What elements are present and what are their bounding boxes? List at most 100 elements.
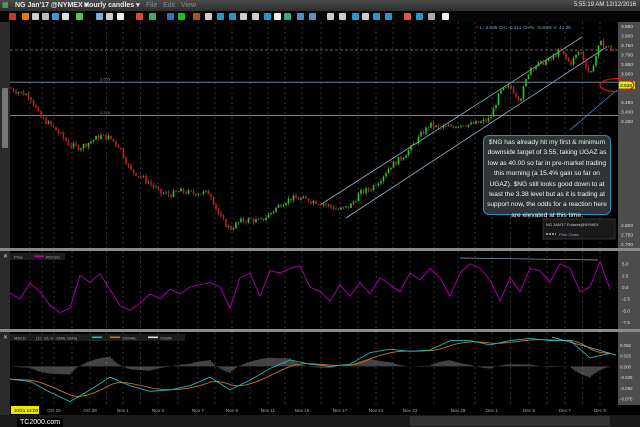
candle [172, 190, 175, 197]
candle [110, 135, 112, 139]
candle [287, 198, 290, 204]
candle [85, 143, 87, 147]
candle [325, 204, 327, 205]
candle [242, 218, 245, 222]
candle [407, 150, 410, 156]
macd-legend-label: MACD [14, 336, 26, 341]
candle [457, 126, 460, 128]
candle [42, 117, 45, 119]
x-axis-label: Nov 23 [403, 408, 418, 413]
candle [212, 197, 215, 205]
candle [305, 196, 307, 199]
candle [585, 60, 587, 68]
candle [45, 118, 47, 124]
candle [442, 126, 445, 128]
candle [385, 173, 387, 177]
candle [277, 204, 280, 208]
candle [515, 93, 517, 97]
candle [145, 176, 147, 183]
candle [262, 218, 265, 221]
candle [430, 122, 432, 128]
x-axis-label: Nov 7 [192, 408, 204, 413]
x-axis-label: Oct 28 [83, 408, 97, 413]
candle [360, 189, 362, 194]
macd-swatch [92, 336, 102, 339]
candle [90, 141, 92, 143]
candle [112, 138, 115, 142]
pane-separator[interactable] [0, 329, 640, 332]
candle [197, 194, 200, 196]
candle [387, 168, 390, 174]
candle [125, 157, 127, 164]
roc-trend-line[interactable] [459, 257, 599, 261]
pane-separator[interactable] [0, 248, 640, 251]
candle [20, 91, 22, 93]
candle [422, 132, 425, 134]
x-axis-label: Nov 17 [333, 408, 348, 413]
scrollbar-thumb[interactable] [410, 416, 610, 426]
candle [545, 61, 547, 65]
candle [292, 195, 295, 201]
candle [415, 143, 417, 144]
candle [150, 182, 152, 185]
x-axis-label: Dec 9 [594, 408, 606, 413]
candle [420, 132, 422, 137]
candle [337, 208, 340, 210]
candle [295, 195, 297, 199]
candle [597, 45, 600, 56]
macd-axis-label: -0.025 [620, 375, 633, 380]
roc-axis-label: -2.5 [622, 297, 630, 302]
candle [200, 193, 202, 195]
candle [270, 213, 272, 215]
macd-axis-label: -0.075 [620, 397, 633, 402]
candle [520, 98, 522, 101]
candle [17, 92, 20, 94]
candle [352, 201, 355, 204]
roc-axis-label: 2.5 [622, 273, 629, 278]
level-label: 3.553 [100, 77, 111, 82]
candle [47, 121, 50, 124]
candle [182, 188, 185, 193]
candle [492, 108, 495, 117]
close-pane-icon[interactable]: ✕ [3, 254, 8, 260]
candle [507, 85, 510, 88]
candle [550, 58, 552, 59]
candle [365, 188, 367, 194]
candle [537, 62, 540, 67]
pane-resize-handle[interactable] [2, 88, 8, 148]
price-axis-label: 3.350 [621, 119, 633, 125]
trend-line[interactable] [569, 89, 618, 131]
candle [532, 67, 535, 70]
candle [152, 184, 155, 188]
candle [577, 52, 580, 55]
candle [495, 105, 497, 109]
price-axis-label: 3.450 [621, 100, 633, 106]
candle [247, 218, 250, 223]
price-axis-label: 2.800 [621, 223, 633, 229]
candle [255, 219, 257, 223]
candle [480, 121, 482, 124]
candle [552, 55, 555, 59]
candle [100, 135, 102, 139]
x-axis-label: 10/21 12:00 [14, 408, 39, 413]
price-axis-label: 2.750 [621, 233, 633, 239]
candle [190, 190, 192, 192]
close-info-icon[interactable]: × [476, 25, 479, 31]
candle [65, 138, 67, 142]
signal-legend-label: SIGNAL [122, 336, 137, 341]
candle [437, 125, 440, 127]
candle [567, 58, 570, 62]
candle [535, 66, 537, 70]
x-axis-label: Dec 7 [559, 408, 571, 413]
candle [570, 61, 572, 65]
price-axis-label: 3.750 [621, 43, 633, 49]
candle [330, 204, 332, 207]
candle [522, 86, 525, 99]
roc-axis-label: -5.0 [622, 308, 630, 313]
x-axis-label: Dec 1 [486, 408, 498, 413]
candle [95, 135, 97, 140]
candle [372, 185, 375, 191]
price-axis-label: 3.600 [621, 71, 633, 77]
close-pane-icon[interactable]: ✕ [3, 335, 8, 341]
candle [260, 218, 262, 220]
